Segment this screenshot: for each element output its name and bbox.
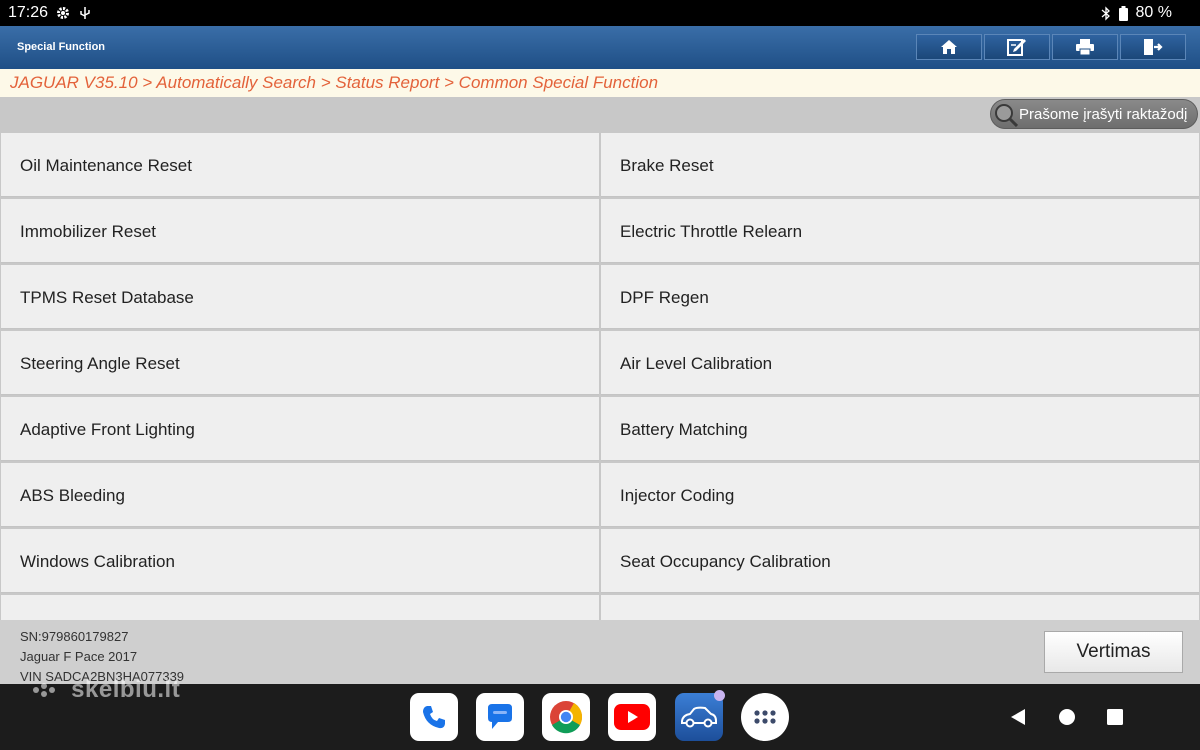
print-button[interactable] [1052, 34, 1118, 60]
app-drawer-icon [754, 710, 776, 724]
function-tpms-reset-database[interactable]: TPMS Reset Database [1, 265, 599, 329]
search-icon [995, 104, 1018, 127]
car-diagnostic-app-icon [681, 706, 717, 728]
home-button[interactable] [916, 34, 982, 60]
search-strip [0, 97, 1200, 132]
messages-icon [488, 704, 512, 729]
usb-debug-icon [80, 7, 90, 19]
edit-report-button[interactable] [984, 34, 1050, 60]
app-title-bar: Special Function [0, 26, 1200, 69]
function-dpf-regen[interactable]: DPF Regen [601, 265, 1199, 329]
function-electric-throttle-relearn[interactable]: Electric Throttle Relearn [601, 199, 1199, 263]
watermark-text: skelbiu.lt [71, 676, 181, 703]
vehicle-info-footer: SN:979860179827 Jaguar F Pace 2017 VIN S… [0, 620, 1200, 684]
serial-number: SN:979860179827 [20, 629, 129, 644]
function-immobilizer-reset[interactable]: Immobilizer Reset [1, 199, 599, 263]
chrome-app[interactable] [542, 693, 590, 741]
function-partial-row-right[interactable] [601, 595, 1199, 620]
phone-icon [423, 706, 445, 729]
function-oil-maintenance-reset[interactable]: Oil Maintenance Reset [1, 133, 599, 197]
function-adaptive-front-lighting[interactable]: Adaptive Front Lighting [1, 397, 599, 461]
messages-app[interactable] [476, 693, 524, 741]
back-icon[interactable] [1009, 708, 1027, 726]
watermark: skelbiu.lt [32, 676, 180, 704]
page-title: Special Function [17, 41, 106, 53]
search-box[interactable] [990, 99, 1198, 129]
function-seat-occupancy-calibration[interactable]: Seat Occupancy Calibration [601, 529, 1199, 593]
function-abs-bleeding[interactable]: ABS Bleeding [1, 463, 599, 527]
home-nav-icon[interactable] [1058, 708, 1076, 726]
exit-button[interactable] [1120, 34, 1186, 60]
function-brake-reset[interactable]: Brake Reset [601, 133, 1199, 197]
home-icon [941, 40, 957, 54]
settings-icon [57, 7, 70, 19]
car-diagnostic-app[interactable] [675, 690, 725, 741]
search-input[interactable] [1019, 103, 1195, 125]
special-function-grid: Oil Maintenance Reset Brake Reset Immobi… [0, 132, 1200, 620]
android-status-bar: 17:26 80 % [0, 0, 1200, 26]
vehicle-model: Jaguar F Pace 2017 [20, 649, 138, 664]
youtube-icon [614, 704, 650, 730]
function-injector-coding[interactable]: Injector Coding [601, 463, 1199, 527]
bluetooth-icon [1101, 5, 1110, 21]
breadcrumb: JAGUAR V35.10 > Automatically Search > S… [0, 69, 1200, 97]
edit-icon [1007, 39, 1026, 56]
function-battery-matching[interactable]: Battery Matching [601, 397, 1199, 461]
watermark-logo-icon [33, 683, 55, 697]
clock: 17:26 [8, 4, 49, 21]
function-windows-calibration[interactable]: Windows Calibration [1, 529, 599, 593]
app-drawer-button[interactable] [741, 693, 789, 741]
chrome-icon [550, 701, 583, 734]
function-air-level-calibration[interactable]: Air Level Calibration [601, 331, 1199, 395]
function-steering-angle-reset[interactable]: Steering Angle Reset [1, 331, 599, 395]
youtube-app[interactable] [608, 693, 656, 741]
function-partial-row-left[interactable] [1, 595, 599, 620]
battery-level: 80 % [1135, 4, 1172, 21]
notification-dot [714, 690, 725, 701]
battery-icon [1118, 5, 1128, 21]
translate-button[interactable]: Vertimas [1044, 631, 1183, 673]
print-icon [1076, 39, 1094, 56]
exit-icon [1144, 39, 1163, 55]
phone-app[interactable] [410, 693, 458, 741]
recents-icon[interactable] [1106, 708, 1124, 726]
